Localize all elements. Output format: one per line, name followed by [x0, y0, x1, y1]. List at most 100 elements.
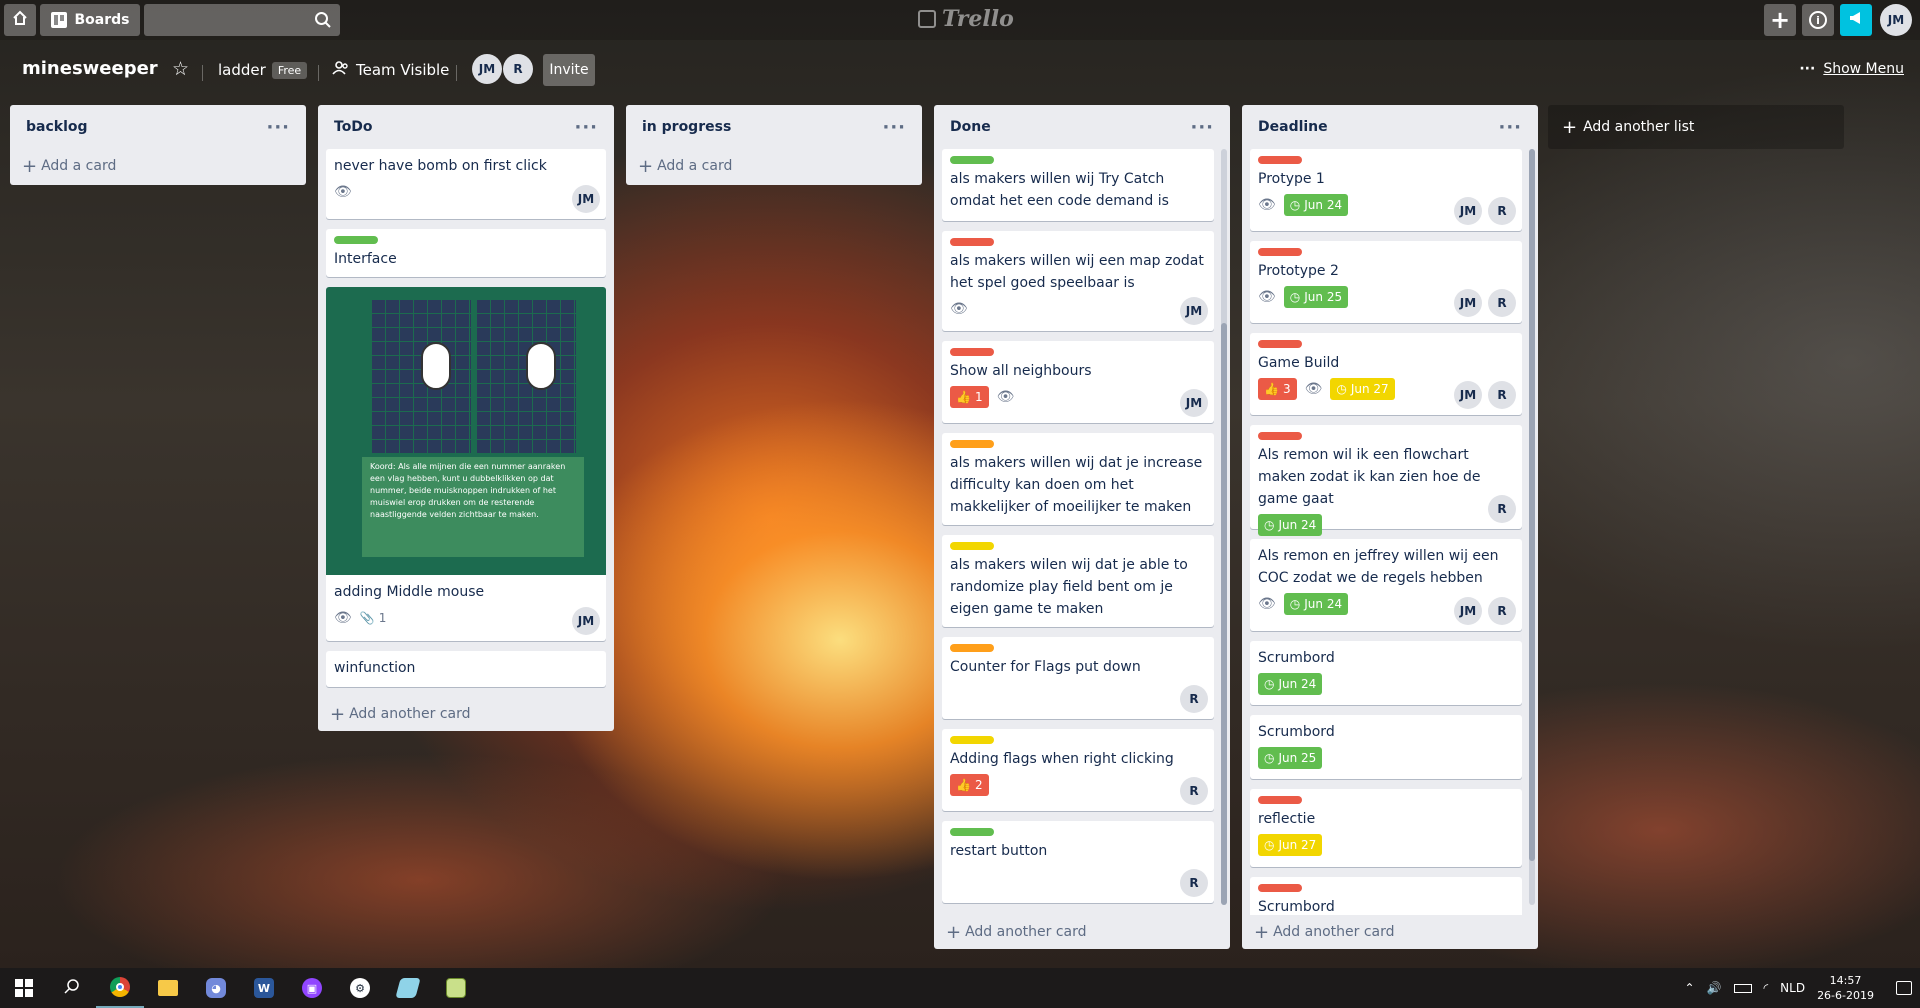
card[interactable]: Als remon wil ik een flowchart maken zod…	[1250, 425, 1522, 536]
more-icon: ···	[1799, 61, 1816, 77]
list-menu-icon[interactable]: ···	[882, 117, 906, 138]
search-input[interactable]	[144, 4, 340, 36]
add-list-button[interactable]: + Add another list	[1548, 105, 1844, 149]
card[interactable]: Game Build 👍 3 👁 ◷ Jun 27 JM R	[1250, 333, 1522, 415]
chrome-icon	[110, 977, 130, 997]
member-avatar[interactable]: R	[503, 54, 533, 84]
battery-icon[interactable]	[1733, 983, 1752, 993]
add-card-button[interactable]: + Add another card	[934, 915, 1230, 949]
card[interactable]: winfunction	[326, 651, 606, 687]
list-scrollbar-thumb[interactable]	[1221, 323, 1227, 905]
plus-icon: +	[1769, 6, 1791, 34]
list-title[interactable]: ToDo	[334, 119, 373, 135]
card-label	[950, 156, 994, 164]
list-title[interactable]: in progress	[642, 119, 731, 135]
notifications-button[interactable]	[1840, 4, 1872, 36]
list-header[interactable]: Deadline ···	[1242, 105, 1538, 149]
board-title[interactable]: minesweeper	[22, 58, 158, 79]
top-bar: Boards Trello + i JM	[0, 0, 1920, 40]
paperclip-icon: 📎	[359, 611, 375, 625]
card-title: Als remon wil ik een flowchart maken zod…	[1258, 447, 1481, 507]
cover-caption: Koord: Als alle mijnen die een nummer aa…	[362, 457, 584, 557]
card-label	[950, 348, 994, 356]
folder-icon	[158, 980, 178, 996]
member-avatar[interactable]: JM	[472, 54, 502, 84]
list-scrollbar-thumb[interactable]	[1529, 149, 1535, 861]
windows-start-button[interactable]	[0, 968, 48, 1008]
add-card-button[interactable]: + Add a card	[10, 149, 306, 183]
list-deadline: Deadline ··· Protype 1 👁 ◷ Jun 24 JM R Pr…	[1242, 105, 1538, 949]
eye-icon: 👁	[1258, 197, 1276, 213]
card[interactable]: Counter for Flags put down R	[942, 637, 1214, 719]
visibility-button[interactable]: Team Visible	[332, 61, 449, 79]
list-header[interactable]: ToDo ···	[318, 105, 614, 149]
card[interactable]: Koord: Als alle mijnen die een nummer aa…	[326, 287, 606, 641]
eye-icon: 👁	[334, 184, 352, 200]
card[interactable]: als makers willen wij dat je increase di…	[942, 433, 1214, 525]
card[interactable]: Scrumbord ◷ Jun 24	[1250, 641, 1522, 705]
card[interactable]: als makers willen wij een map zodat het …	[942, 231, 1214, 331]
team-name: ladder	[218, 61, 266, 79]
card[interactable]: Prototype 2 👁 ◷ Jun 25 JM R	[1250, 241, 1522, 323]
taskbar-app-notepad[interactable]	[432, 968, 480, 1008]
mouse-icon	[526, 342, 556, 390]
wifi-icon[interactable]: ◜	[1764, 981, 1769, 995]
invite-button[interactable]: Invite	[543, 54, 595, 86]
info-button[interactable]: i	[1802, 4, 1834, 36]
volume-icon[interactable]: 🔊	[1707, 981, 1722, 995]
taskbar-app-notes[interactable]	[384, 968, 432, 1008]
add-card-button[interactable]: + Add another card	[318, 697, 614, 731]
taskbar-app-twitch[interactable]: ▣	[288, 968, 336, 1008]
taskbar-app-chrome[interactable]	[96, 968, 144, 1008]
card[interactable]: restart button R	[942, 821, 1214, 903]
list-header[interactable]: in progress ···	[626, 105, 922, 149]
list-menu-icon[interactable]: ···	[266, 117, 290, 138]
card[interactable]: Protype 1 👁 ◷ Jun 24 JM R	[1250, 149, 1522, 231]
due-date-badge: ◷ Jun 24	[1283, 194, 1349, 216]
trello-logo[interactable]: Trello	[918, 6, 1014, 32]
list-header[interactable]: Done ···	[934, 105, 1230, 149]
card[interactable]: Scrumbord ◷ Jun 25	[1250, 715, 1522, 779]
search-button[interactable]	[48, 968, 96, 1008]
add-button[interactable]: +	[1764, 4, 1796, 36]
list-menu-icon[interactable]: ···	[574, 117, 598, 138]
user-avatar[interactable]: JM	[1880, 4, 1912, 36]
megaphone-icon	[1848, 10, 1864, 30]
chevron-up-icon[interactable]: ⌃	[1684, 981, 1694, 995]
card[interactable]: als makers wilen wij dat je able to rand…	[942, 535, 1214, 627]
card[interactable]: reflectie ◷ Jun 27	[1250, 789, 1522, 867]
home-button[interactable]	[4, 4, 36, 36]
taskbar-app-file-explorer[interactable]	[144, 968, 192, 1008]
card[interactable]: Interface	[326, 229, 606, 277]
card[interactable]: Scrumbord	[1250, 877, 1522, 915]
notification-center-icon[interactable]	[1896, 981, 1912, 995]
language-indicator[interactable]: NLD	[1780, 981, 1805, 995]
card[interactable]: Show all neighbours 👍 1 👁 JM	[942, 341, 1214, 423]
card[interactable]: never have bomb on first click 👁 JM	[326, 149, 606, 219]
team-button[interactable]: ladder Free	[218, 61, 308, 79]
list-menu-icon[interactable]: ···	[1498, 117, 1522, 138]
taskbar-app-word[interactable]: W	[240, 968, 288, 1008]
card-title: Counter for Flags put down	[950, 659, 1141, 675]
show-menu-button[interactable]: ··· Show Menu	[1799, 61, 1904, 77]
add-card-button[interactable]: + Add a card	[626, 149, 922, 183]
card[interactable]: Als remon en jeffrey willen wij een COC …	[1250, 539, 1522, 631]
list-title[interactable]: Done	[950, 119, 991, 135]
card[interactable]: als makers willen wij Try Catch omdat he…	[942, 149, 1214, 221]
eye-icon: 👁	[950, 301, 968, 317]
list-title[interactable]: Deadline	[1258, 119, 1328, 135]
mouse-icon	[421, 342, 451, 390]
star-icon[interactable]: ☆	[172, 58, 189, 80]
eye-icon: 👁	[1304, 381, 1323, 397]
list-menu-icon[interactable]: ···	[1190, 117, 1214, 138]
card[interactable]: Adding flags when right clicking 👍 2 R	[942, 729, 1214, 811]
taskbar-app-steam[interactable]: ⚙	[336, 968, 384, 1008]
member-avatar: JM	[1454, 197, 1482, 225]
thumbs-up-icon: 👍	[956, 778, 971, 792]
boards-button[interactable]: Boards	[40, 4, 140, 36]
add-card-button[interactable]: + Add another card	[1242, 915, 1538, 949]
list-title[interactable]: backlog	[26, 119, 88, 135]
clock[interactable]: 14:57 26-6-2019	[1817, 973, 1874, 1003]
list-header[interactable]: backlog ···	[10, 105, 306, 149]
taskbar-app-discord[interactable]: ◕	[192, 968, 240, 1008]
